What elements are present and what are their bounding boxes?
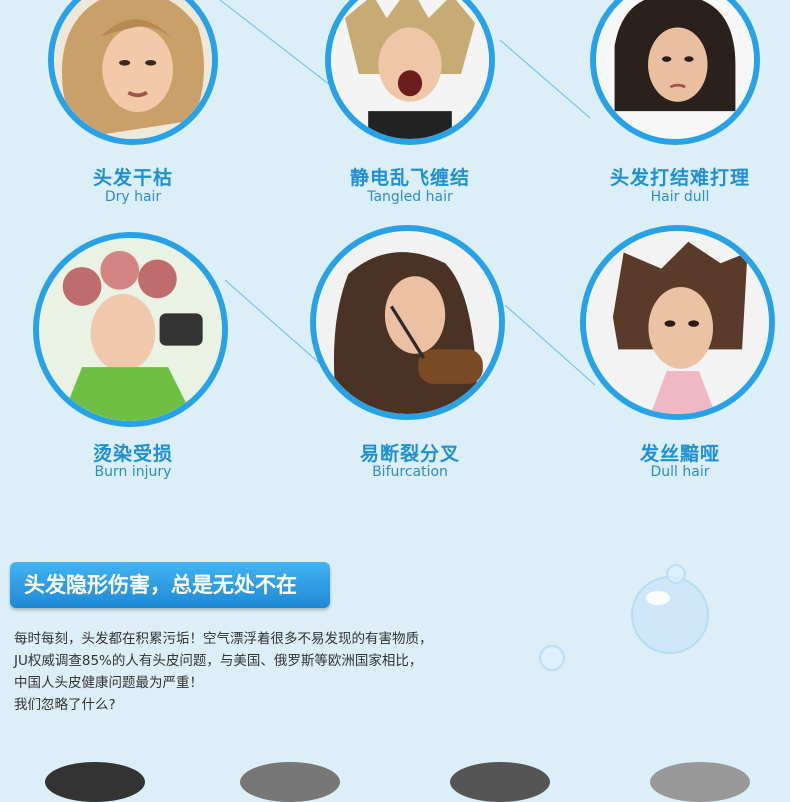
next-row-photo-2 <box>240 762 340 802</box>
bifurcation-illustration <box>316 231 499 414</box>
burn-injury-title: 烫染受损 <box>92 443 173 465</box>
dry-hair-illustration <box>54 0 212 139</box>
description-line-2: JU权威调查85%的人有头皮问题，与美国、俄罗斯等欧洲国家相比， <box>14 653 423 669</box>
bifurcation-photo <box>310 225 505 420</box>
description-line-3: 中国人头皮健康问题最为严重！ <box>14 675 203 691</box>
hair-damage-infographic: 头发干枯 Dry hair 静电乱飞缠结 Tangled hair 头发打结难打… <box>0 0 790 802</box>
hair-knotted-illustration <box>596 0 754 139</box>
burn-injury-illustration <box>39 238 222 421</box>
tangled-hair-title: 静电乱飞缠结 <box>349 167 470 189</box>
hair-knotted-subtitle: Hair dull <box>650 189 710 205</box>
burn-injury-subtitle: Burn injury <box>94 464 172 480</box>
bifurcation-title: 易断裂分叉 <box>359 443 460 465</box>
dull-hair-subtitle: Dull hair <box>650 464 710 480</box>
dry-hair-title: 头发干枯 <box>92 167 173 189</box>
burn-injury-photo <box>33 232 228 427</box>
description-paragraph: 每时每刻，头发都在积累污垢！空气漂浮着很多不易发现的有害物质， JU权威调查85… <box>14 628 574 716</box>
tangled-hair-illustration <box>331 0 489 139</box>
dull-hair-title: 发丝黯哑 <box>639 443 720 465</box>
bifurcation-subtitle: Bifurcation <box>372 464 448 480</box>
dry-hair-subtitle: Dry hair <box>104 189 162 205</box>
dull-hair-photo <box>580 225 775 420</box>
next-row-photo-3 <box>450 762 550 802</box>
dull-hair-illustration <box>586 231 769 414</box>
tangled-hair-subtitle: Tangled hair <box>367 189 453 205</box>
next-row-photo-4 <box>650 762 750 802</box>
hair-knotted-title: 头发打结难打理 <box>609 167 750 189</box>
next-row-photo-1 <box>45 762 145 802</box>
description-line-4: 我们忽略了什么? <box>14 697 116 713</box>
section-banner: 头发隐形伤害，总是无处不在 <box>10 562 330 608</box>
description-line-1: 每时每刻，头发都在积累污垢！空气漂浮着很多不易发现的有害物质， <box>14 631 433 647</box>
